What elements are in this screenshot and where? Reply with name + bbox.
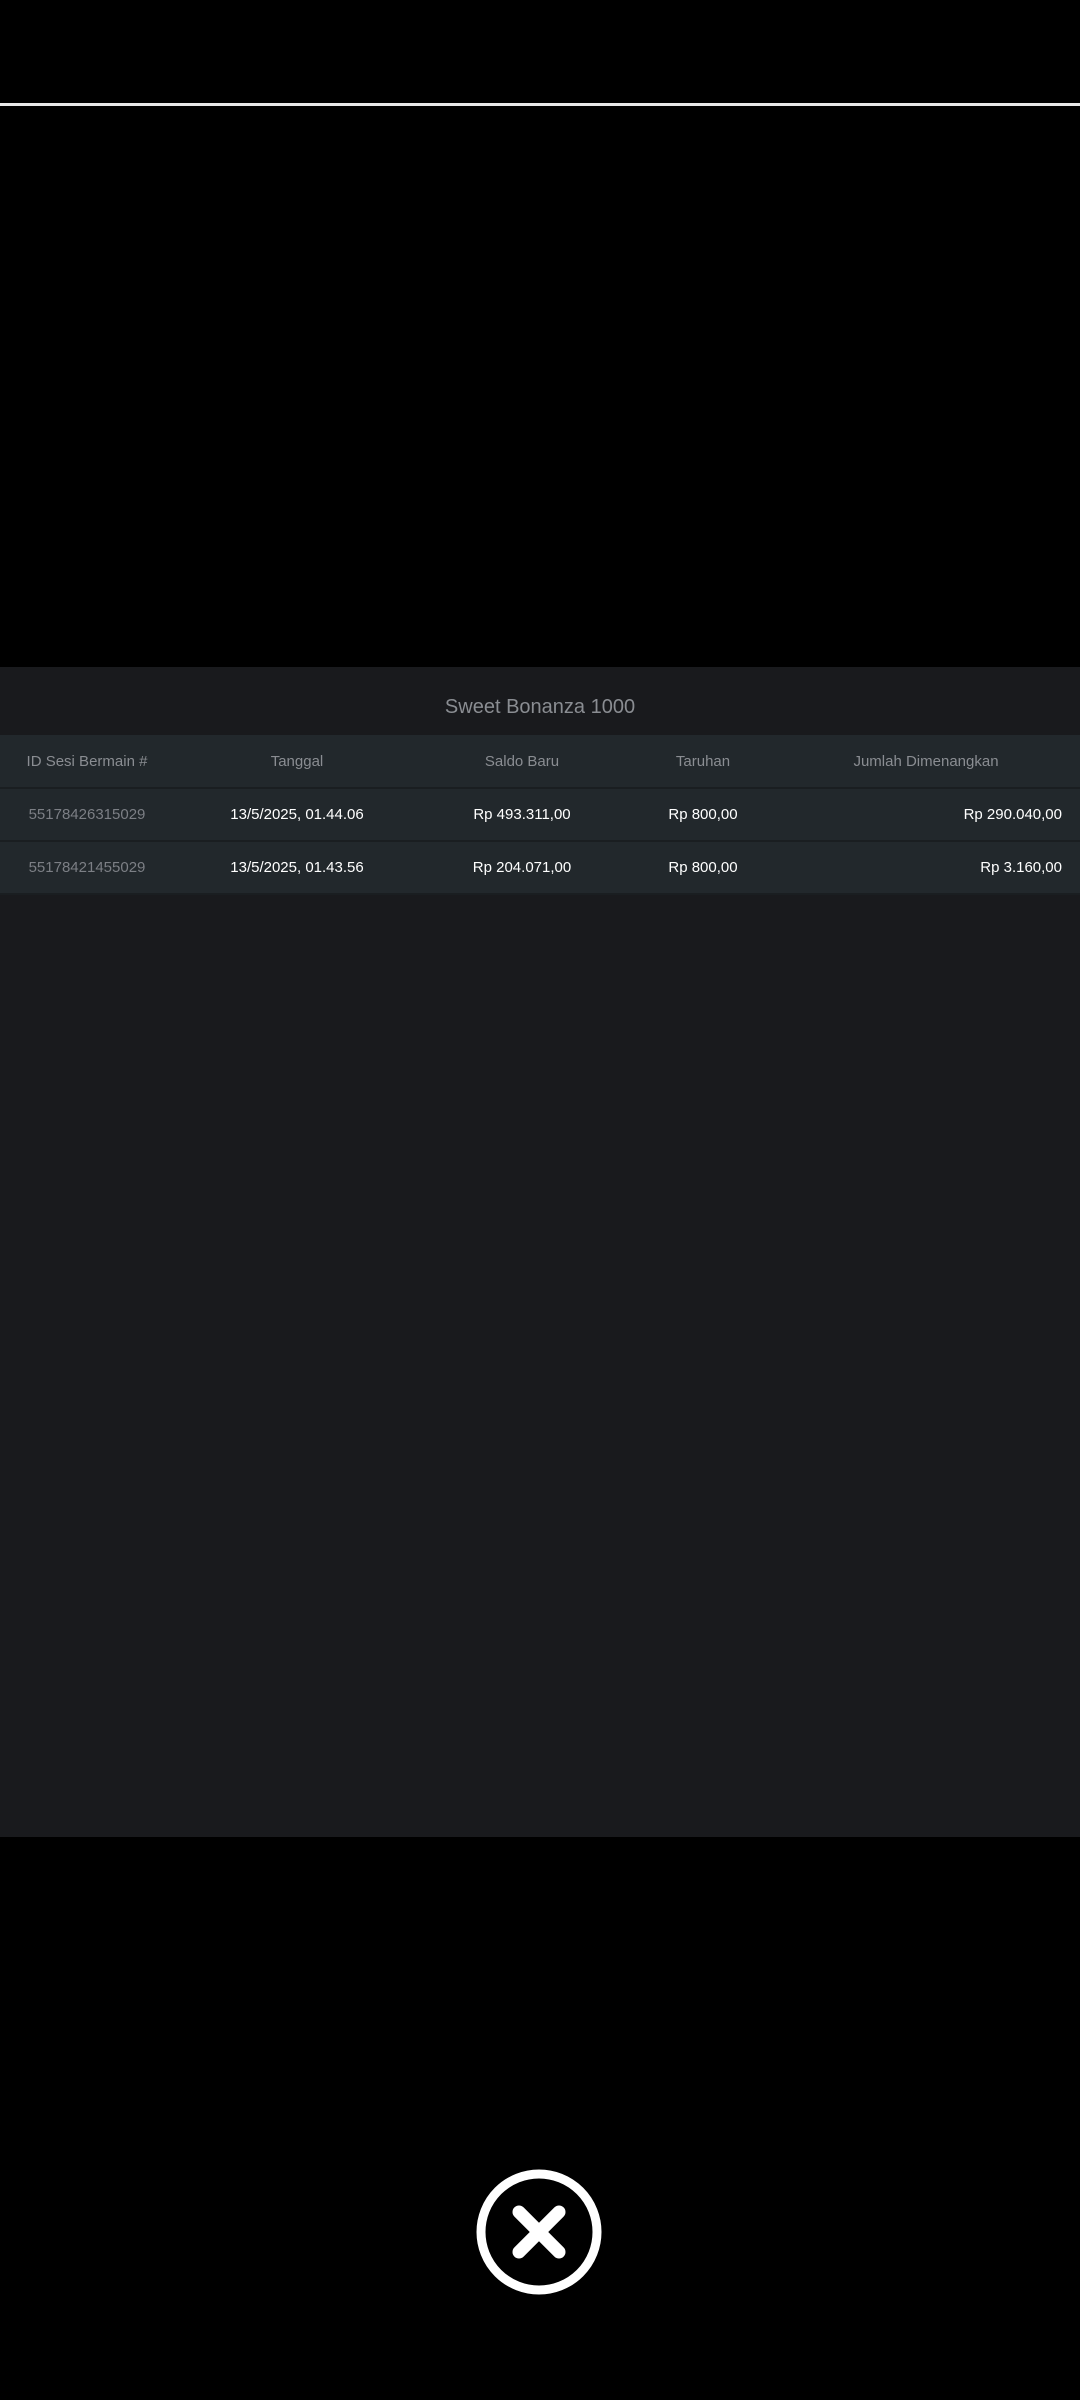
- bet-cell: Rp 800,00: [668, 806, 738, 823]
- game-title: Sweet Bonanza 1000: [444, 696, 636, 718]
- close-button[interactable]: [475, 2168, 603, 2296]
- column-header-amount-won: Jumlah Dimenangkan: [853, 752, 999, 770]
- new-balance-cell: Rp 204.071,00: [472, 859, 572, 876]
- amount-won-cell: Rp 3.160,00: [980, 859, 1062, 876]
- close-circle-icon: [476, 2169, 602, 2295]
- column-header-bet: Taruhan: [675, 752, 731, 770]
- column-header-date: Tanggal: [270, 752, 324, 770]
- session-id[interactable]: 55178421455029: [0, 842, 174, 893]
- bet-cell: Rp 800,00: [668, 859, 738, 876]
- history-panel: Sweet Bonanza 1000 ID Sesi Bermain # Tan…: [0, 667, 1080, 1837]
- date-cell: 13/5/2025, 01.43.56: [230, 859, 364, 876]
- table-row[interactable]: 55178426315029 13/5/2025, 01.44.06 Rp 49…: [0, 789, 1080, 842]
- table-row[interactable]: 55178421455029 13/5/2025, 01.43.56 Rp 20…: [0, 842, 1080, 895]
- column-header-session-id: ID Sesi Bermain #: [26, 752, 148, 770]
- amount-won-cell: Rp 290.040,00: [963, 806, 1062, 823]
- session-id[interactable]: 55178426315029: [0, 789, 174, 840]
- column-header-new-balance: Saldo Baru: [484, 752, 560, 770]
- date-cell: 13/5/2025, 01.44.06: [230, 806, 364, 823]
- new-balance-cell: Rp 493.311,00: [473, 806, 571, 823]
- top-divider: [0, 103, 1080, 106]
- history-table: ID Sesi Bermain # Tanggal Saldo Baru Tar…: [0, 735, 1080, 895]
- table-header-row: ID Sesi Bermain # Tanggal Saldo Baru Tar…: [0, 735, 1080, 789]
